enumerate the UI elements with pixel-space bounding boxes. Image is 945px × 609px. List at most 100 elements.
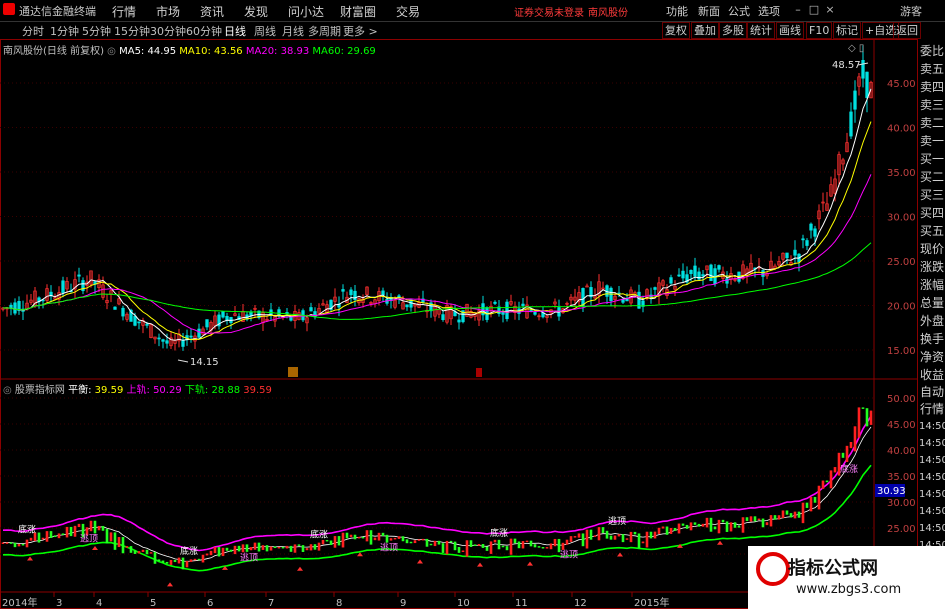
- menu-ask[interactable]: 问小达: [288, 3, 324, 20]
- date-tick: 7: [268, 598, 274, 609]
- indicator-bar: [461, 550, 465, 553]
- candle-body: [653, 287, 657, 290]
- indicator-bar: [869, 410, 873, 425]
- mark-button[interactable]: 标记: [833, 22, 861, 39]
- signal-label: 底涨: [840, 463, 858, 475]
- indicator-bar: [537, 546, 541, 548]
- candle-body: [813, 228, 817, 237]
- indicator-bar: [93, 520, 97, 534]
- indicator-bar: [841, 452, 845, 458]
- menu-discover[interactable]: 发现: [244, 3, 268, 20]
- indicator-bar: [61, 533, 65, 535]
- indicator-bar: [653, 531, 657, 539]
- event-marker-icon[interactable]: [288, 367, 298, 377]
- menu-news[interactable]: 资讯: [200, 3, 224, 20]
- indicator-bar: [41, 537, 45, 540]
- date-tick: 6: [207, 598, 213, 609]
- indicator-bar: [9, 542, 13, 544]
- candle-body: [681, 270, 685, 279]
- indicator-bar: [149, 552, 153, 554]
- chart-options-icon[interactable]: ◇ ▯: [848, 43, 864, 54]
- restore-icon[interactable]: □: [808, 4, 820, 16]
- overlay-button[interactable]: 叠加: [691, 22, 719, 39]
- indicator-bar: [17, 543, 21, 547]
- app-title: 通达信金融终端: [19, 5, 96, 18]
- period-15min[interactable]: 15分钟: [114, 23, 150, 39]
- menu-options[interactable]: 选项: [758, 3, 780, 19]
- indicator-bar: [613, 535, 617, 540]
- candle-body: [725, 278, 729, 284]
- user-label[interactable]: 游客: [900, 3, 922, 19]
- quote-label: 换手: [919, 332, 944, 346]
- indicator-bar: [521, 541, 525, 549]
- menu-fortune[interactable]: 财富圈: [340, 3, 376, 20]
- period-5min[interactable]: 5分钟: [82, 23, 111, 39]
- buy-arrow-icon: [617, 552, 623, 557]
- indicator-bar: [749, 516, 753, 522]
- indicator-bar: [529, 540, 533, 547]
- candle-body: [161, 339, 165, 342]
- signal-label: 逃顶: [80, 533, 98, 545]
- period-60min[interactable]: 60分钟: [186, 23, 222, 39]
- watermark-logo: 指标公式网 www.zbgs3.com: [748, 546, 945, 609]
- period-daily[interactable]: 日线: [224, 23, 246, 39]
- indicator-bar: [441, 543, 445, 553]
- buy-arrow-icon: [297, 566, 303, 571]
- indicator-bar: [689, 522, 693, 531]
- indicator-bar: [677, 523, 681, 534]
- indicator-bar: [77, 523, 81, 528]
- menu-formula[interactable]: 公式: [728, 3, 750, 19]
- menu-function[interactable]: 功能: [666, 3, 688, 19]
- tick-label: 14:50: [919, 421, 945, 432]
- multi-stock-button[interactable]: 多股: [719, 22, 747, 39]
- sub-axis-tick: 30.00: [887, 498, 916, 509]
- indicator-bar: [457, 546, 461, 553]
- indicator-bar: [781, 510, 785, 519]
- indicator-bar: [393, 537, 397, 540]
- main-axis-tick: 30.00: [887, 213, 916, 224]
- indicator-bar: [125, 546, 129, 548]
- title-bar: 通达信金融终端 行情 市场 资讯 发现 问小达 财富圈 交易 证券交易未登录 南…: [0, 0, 945, 22]
- candle-body: [805, 240, 809, 246]
- indicator-bar: [673, 527, 677, 531]
- indicator-bar: [341, 532, 345, 548]
- menu-new-page[interactable]: 新面: [698, 3, 720, 19]
- sub-axis-tick: 40.00: [887, 446, 916, 457]
- indicator-bar: [745, 517, 749, 522]
- indicator-bar: [601, 527, 605, 533]
- indicator-bar: [789, 513, 793, 518]
- kline-chart[interactable]: 45.00 40.00 35.00 30.00 25.00 20.00 15.00 50.0…: [0, 39, 918, 609]
- period-30min[interactable]: 30分钟: [150, 23, 186, 39]
- broker-login-notice[interactable]: 证券交易未登录: [514, 4, 584, 19]
- indicator-bar: [737, 525, 741, 528]
- adjust-button[interactable]: 复权: [662, 22, 690, 39]
- draw-line-button[interactable]: 画线: [776, 22, 804, 39]
- statistics-button[interactable]: 统计: [747, 22, 775, 39]
- minimize-icon[interactable]: –: [792, 4, 804, 16]
- legend-settings-icon[interactable]: ◎: [107, 46, 116, 57]
- period-tick[interactable]: 分时: [22, 23, 44, 39]
- menu-trade[interactable]: 交易: [396, 3, 420, 20]
- quote-label: 卖二: [919, 116, 944, 130]
- indicator-bar: [561, 542, 565, 550]
- candle-body: [341, 289, 345, 292]
- indicator-bar: [169, 559, 173, 565]
- close-icon[interactable]: ×: [824, 4, 836, 16]
- price-high-label: 48.57: [832, 60, 861, 71]
- tick-label: 14:50: [919, 455, 945, 466]
- period-monthly[interactable]: 月线: [282, 23, 304, 39]
- indicator-settings-icon[interactable]: ◎: [3, 385, 12, 396]
- period-more[interactable]: 更多 >: [343, 23, 378, 39]
- period-1min[interactable]: 1分钟: [50, 23, 79, 39]
- period-multi[interactable]: 多周期: [308, 23, 341, 39]
- candle-body: [137, 321, 141, 324]
- menu-market[interactable]: 市场: [156, 3, 180, 20]
- menu-quotes[interactable]: 行情: [112, 3, 136, 20]
- period-weekly[interactable]: 周线: [254, 23, 276, 39]
- back-button[interactable]: 返回: [893, 22, 921, 39]
- candle-body: [349, 289, 353, 296]
- f10-button[interactable]: F10: [806, 22, 833, 39]
- indicator-legend: ◎ 股票指标网 平衡: 39.59 上轨: 50.29 下轨: 28.88 39…: [3, 381, 272, 396]
- indicator-bar: [845, 445, 849, 463]
- event-marker-icon[interactable]: [476, 368, 482, 377]
